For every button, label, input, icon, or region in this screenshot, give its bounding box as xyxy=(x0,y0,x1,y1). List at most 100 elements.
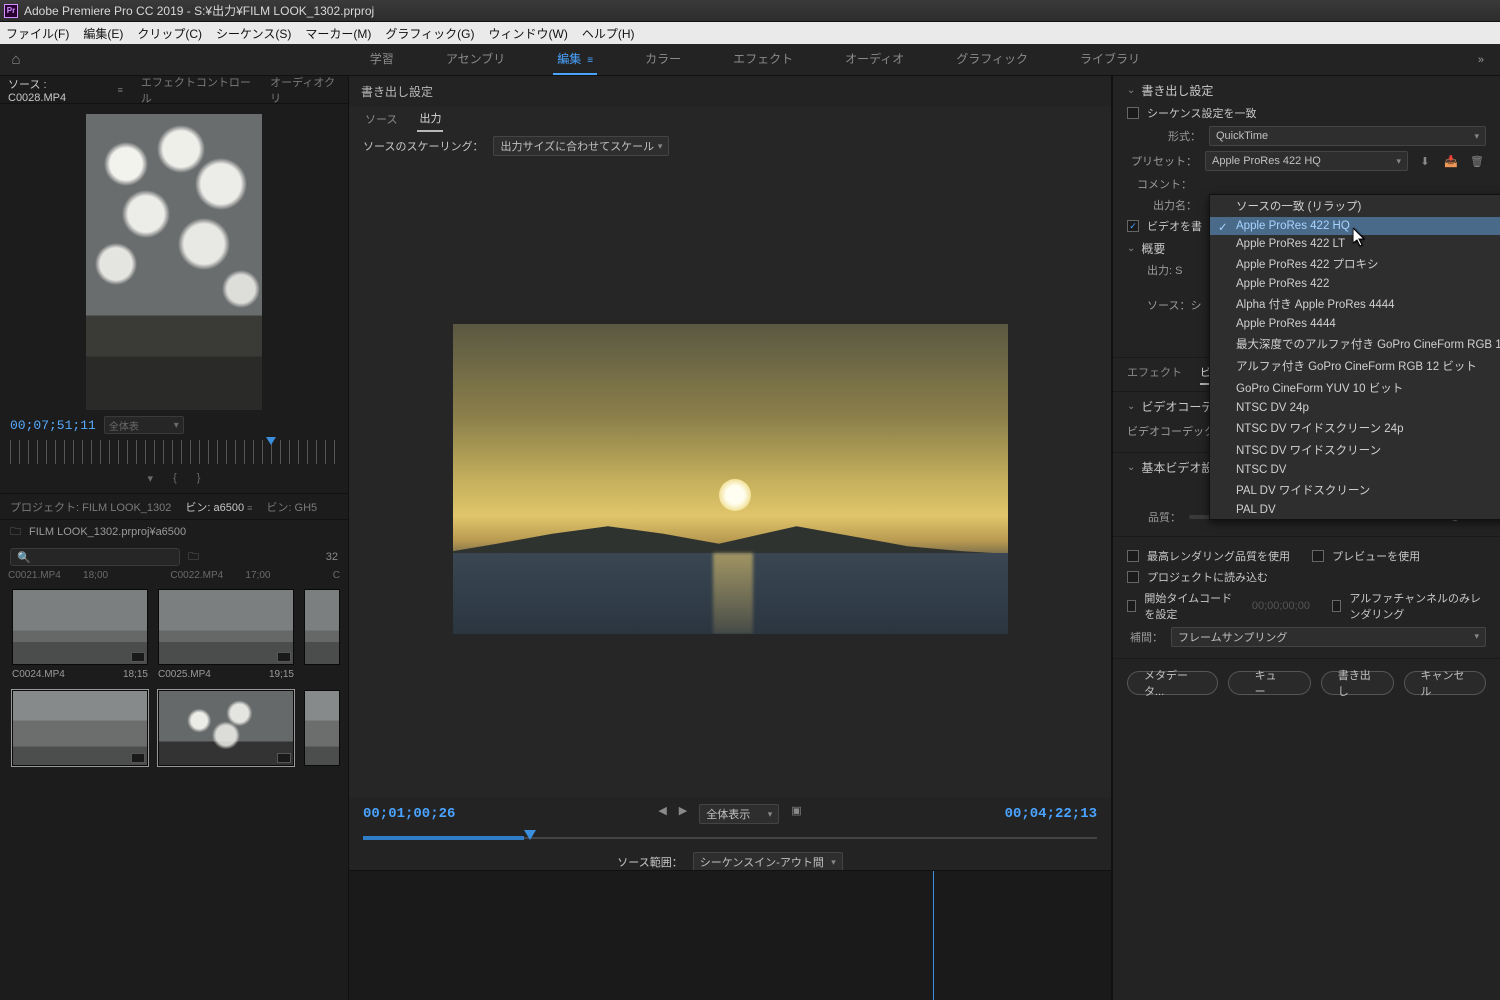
timeline-panel[interactable] xyxy=(349,870,1111,1000)
playhead-icon[interactable] xyxy=(524,830,536,846)
menu-clip[interactable]: クリップ(C) xyxy=(137,25,202,42)
preset-option[interactable]: Apple ProRes 4444 xyxy=(1210,315,1500,333)
source-panel-tabs: ソース : C0028.MP4 ≡ エフェクトコントロール オーディオクリ xyxy=(0,76,348,104)
tab-bin-a6500[interactable]: ビン: a6500 ≡ xyxy=(185,499,252,515)
menu-window[interactable]: ウィンドウ(W) xyxy=(489,25,568,42)
preset-option[interactable]: NTSC DV 24p xyxy=(1210,399,1500,417)
step-back-icon[interactable]: ◀ xyxy=(658,804,666,824)
source-monitor: 00;07;51;11 全体表▾ ▾ { } xyxy=(0,104,348,493)
preset-option[interactable]: Apple ProRes 422 LT xyxy=(1210,235,1500,253)
menubar: ファイル(F) 編集(E) クリップ(C) シーケンス(S) マーカー(M) グ… xyxy=(0,22,1500,44)
source-timecode[interactable]: 00;07;51;11 xyxy=(10,418,96,433)
clip-thumbnail[interactable] xyxy=(158,690,294,766)
tab-export-output[interactable]: 出力 xyxy=(417,106,443,132)
out-point-icon[interactable]: } xyxy=(197,472,201,485)
delete-preset-icon[interactable]: 🗑 xyxy=(1468,152,1486,170)
marker-icon[interactable]: ▾ xyxy=(148,472,154,485)
preset-option[interactable]: PAL DV xyxy=(1210,501,1500,519)
tab-audio-clip[interactable]: オーディオクリ xyxy=(270,74,340,106)
tab-project[interactable]: プロジェクト: FILM LOOK_1302 xyxy=(10,499,171,515)
import-project-checkbox[interactable] xyxy=(1127,571,1139,583)
aspect-icon[interactable]: ▣ xyxy=(791,804,801,824)
playhead-icon[interactable] xyxy=(266,437,276,450)
project-search-input[interactable]: 🔍 xyxy=(10,548,180,566)
tab-bin-gh5[interactable]: ビン: GH5 xyxy=(266,499,317,515)
preview-out-timecode[interactable]: 00;04;22;13 xyxy=(1005,806,1097,822)
preset-option[interactable]: NTSC DV xyxy=(1210,461,1500,479)
clip-name: C0021.MP4 xyxy=(8,570,61,581)
menu-sequence[interactable]: シーケンス(S) xyxy=(216,25,291,42)
project-panel: プロジェクト: FILM LOOK_1302 ビン: a6500 ≡ ビン: G… xyxy=(0,493,348,1000)
menu-edit[interactable]: 編集(E) xyxy=(83,25,123,42)
format-select[interactable]: QuickTime▾ xyxy=(1209,126,1486,146)
ws-tab-library[interactable]: ライブラリ xyxy=(1076,44,1144,75)
import-preset-icon[interactable]: 📥 xyxy=(1442,152,1460,170)
match-sequence-checkbox[interactable] xyxy=(1127,107,1139,119)
ws-tab-assembly[interactable]: アセンブリ xyxy=(442,44,509,75)
clip-item[interactable] xyxy=(158,690,294,766)
menu-graphics[interactable]: グラフィック(G) xyxy=(385,25,474,42)
clip-thumbnail[interactable] xyxy=(12,589,148,665)
preset-option[interactable]: ソースの一致 (リラップ) xyxy=(1210,195,1500,217)
source-zoom-select[interactable]: 全体表▾ xyxy=(104,416,184,434)
source-ruler[interactable] xyxy=(10,440,338,464)
clip-name: C0022.MP4 xyxy=(170,570,223,581)
menu-marker[interactable]: マーカー(M) xyxy=(305,25,371,42)
video-codec-label: ビデオコーデック: xyxy=(1127,423,1218,439)
twisty-icon[interactable]: ⌄ xyxy=(1127,85,1135,96)
export-button[interactable]: 書き出し xyxy=(1321,671,1394,695)
clip-item[interactable] xyxy=(304,690,340,766)
ws-tab-graphics[interactable]: グラフィック xyxy=(952,44,1032,75)
clip-item[interactable] xyxy=(304,589,340,680)
export-video-checkbox[interactable]: ✓ xyxy=(1127,220,1139,232)
start-tc-checkbox[interactable] xyxy=(1127,600,1136,612)
ws-tab-effects[interactable]: エフェクト xyxy=(729,44,797,75)
tab-effect-controls[interactable]: エフェクトコントロール xyxy=(141,74,252,106)
clip-item[interactable] xyxy=(12,690,148,766)
preset-option[interactable]: Apple ProRes 422 プロキシ xyxy=(1210,253,1500,275)
clip-thumbnail[interactable] xyxy=(12,690,148,766)
source-range-select[interactable]: シーケンスイン-アウト間▾ xyxy=(693,852,843,872)
use-preview-checkbox[interactable] xyxy=(1312,550,1324,562)
new-bin-icon[interactable]: 🗀 xyxy=(188,548,199,567)
clip-item[interactable]: C0024.MP418;15 xyxy=(12,589,148,680)
tab-source[interactable]: ソース : C0028.MP4 xyxy=(8,76,100,104)
in-point-icon[interactable]: { xyxy=(173,472,177,485)
preset-option[interactable]: Apple ProRes 422 HQ xyxy=(1210,217,1500,235)
preset-option[interactable]: Apple ProRes 422 xyxy=(1210,275,1500,293)
scaling-select[interactable]: 出力サイズに合わせてスケール▾ xyxy=(493,136,669,156)
panel-menu-icon[interactable]: ≡ xyxy=(118,85,123,95)
preset-option[interactable]: PAL DV ワイドスクリーン xyxy=(1210,479,1500,501)
save-preset-icon[interactable]: ⬇ xyxy=(1416,152,1434,170)
workspace-overflow-icon[interactable]: » xyxy=(1478,54,1484,66)
ws-tab-edit[interactable]: 編集≡ xyxy=(553,44,597,75)
ws-tab-color[interactable]: カラー xyxy=(641,44,685,75)
clip-thumbnail[interactable] xyxy=(158,589,294,665)
ws-tab-learn[interactable]: 学習 xyxy=(366,44,398,75)
menu-file[interactable]: ファイル(F) xyxy=(6,25,69,42)
max-render-checkbox[interactable] xyxy=(1127,550,1139,562)
metadata-button[interactable]: メタデータ... xyxy=(1127,671,1218,695)
preview-in-timecode[interactable]: 00;01;00;26 xyxy=(363,806,455,822)
ws-tab-audio[interactable]: オーディオ xyxy=(841,44,908,75)
step-forward-icon[interactable]: ▶ xyxy=(679,804,687,824)
preset-option[interactable]: アルファ付き GoPro CineForm RGB 12 ビット xyxy=(1210,355,1500,377)
alpha-only-checkbox[interactable] xyxy=(1332,600,1341,612)
tab-export-source[interactable]: ソース xyxy=(363,107,399,131)
home-icon[interactable]: ⌂ xyxy=(0,51,32,68)
clip-item[interactable]: C0025.MP419;15 xyxy=(158,589,294,680)
preview-scrubber[interactable] xyxy=(363,830,1097,846)
tab-effects[interactable]: エフェクト xyxy=(1127,364,1182,385)
cancel-button[interactable]: キャンセル xyxy=(1404,671,1487,695)
preset-option[interactable]: GoPro CineForm YUV 10 ビット xyxy=(1210,377,1500,399)
queue-button[interactable]: キュー xyxy=(1228,671,1311,695)
quality-label: 品質： xyxy=(1127,509,1181,525)
preview-fit-select[interactable]: 全体表示▾ xyxy=(699,804,779,824)
preset-option[interactable]: 最大深度でのアルファ付き GoPro CineForm RGB 1 xyxy=(1210,333,1500,355)
interp-select[interactable]: フレームサンプリング▾ xyxy=(1171,627,1486,647)
preset-option[interactable]: Alpha 付き Apple ProRes 4444 xyxy=(1210,293,1500,315)
preset-select[interactable]: Apple ProRes 422 HQ▾ xyxy=(1205,151,1408,171)
preset-option[interactable]: NTSC DV ワイドスクリーン xyxy=(1210,439,1500,461)
preset-option[interactable]: NTSC DV ワイドスクリーン 24p xyxy=(1210,417,1500,439)
menu-help[interactable]: ヘルプ(H) xyxy=(582,25,635,42)
